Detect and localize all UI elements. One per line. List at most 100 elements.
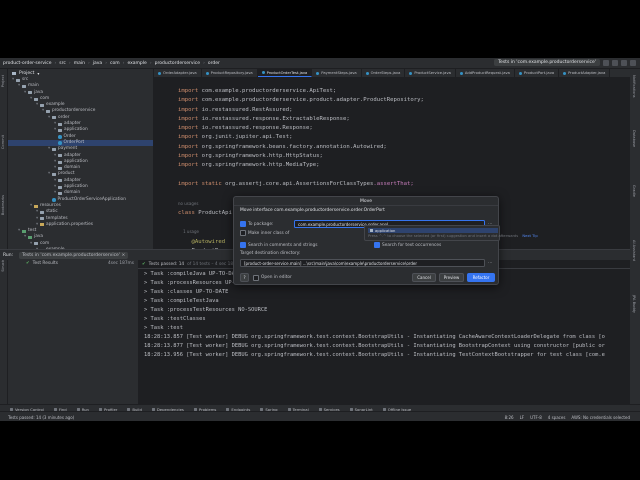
editor-tab[interactable]: OrderAdapter.java <box>154 69 202 77</box>
open-in-editor-label: Open in editor <box>261 275 292 280</box>
settings-icon[interactable] <box>630 59 636 66</box>
make-inner-radio[interactable] <box>240 230 246 236</box>
code-token: ForClassTypes <box>329 180 374 187</box>
right-tool-strip: Notifications Database Gradle AI Assistant J… <box>629 69 640 410</box>
breadcrumb-item[interactable]: product-order-service <box>0 61 54 66</box>
search-icon[interactable] <box>621 59 627 66</box>
folder-icon <box>58 191 62 195</box>
refactor-button[interactable]: Refactor <box>467 273 495 282</box>
preview-button[interactable]: Preview <box>439 273 464 282</box>
editor-gutter[interactable] <box>154 78 176 249</box>
target-dir-select[interactable]: [product-order-service.main] ...\src\mai… <box>240 259 485 267</box>
chevron-down-icon[interactable]: ▾ <box>37 71 39 76</box>
folder-icon <box>16 78 20 82</box>
next-tip-link[interactable]: Next Tip <box>522 234 537 238</box>
cancel-button[interactable]: Cancel <box>412 273 436 282</box>
project-panel-header[interactable]: Project ▾ <box>8 69 153 77</box>
code-token: com.example.productorderservice.product.… <box>201 97 424 104</box>
test-result-row[interactable]: ✔ Test Results 4sec 187ms <box>8 260 138 267</box>
tests-passed-label: Tests passed: 14 <box>148 261 185 267</box>
status-message[interactable]: Tests passed: 14 (3 minutes ago) <box>8 415 74 420</box>
editor-tab-label: AddProductRequest.java <box>464 71 510 75</box>
code-line[interactable]: import io.restassured.RestAssured; <box>178 106 424 115</box>
right-tool-4[interactable]: JPA Buddy <box>632 295 636 313</box>
editor-tab[interactable]: ProductAdapter.java <box>559 69 611 77</box>
run-config-selector[interactable]: Tests in 'com.example.productorderservic… <box>494 59 600 66</box>
code-line[interactable]: import static org.assertj.core.api.Asser… <box>178 180 424 189</box>
editor-tab[interactable]: PaymentSteps.java <box>312 69 362 77</box>
run-title: Run: <box>3 252 14 258</box>
to-package-radio[interactable] <box>240 221 246 227</box>
left-tool-0[interactable]: Project <box>1 75 5 87</box>
breadcrumb-item[interactable]: productorderservice <box>152 61 203 66</box>
breadcrumb-item[interactable]: java <box>90 61 105 66</box>
console-line[interactable]: > Task :compileTestJava <box>144 297 605 306</box>
editor-tab[interactable]: ProductRepository.java <box>202 69 258 77</box>
editor-tab[interactable]: ProductPort.java <box>515 69 560 77</box>
editor-tab[interactable]: AddProductRequest.java <box>456 69 515 77</box>
more-icon[interactable]: ⋯ <box>488 261 492 266</box>
status-widget[interactable]: UTF-8 <box>530 415 542 420</box>
code-line[interactable] <box>178 171 424 180</box>
code-line[interactable]: import org.springframework.http.HttpStat… <box>178 152 424 161</box>
code-line[interactable]: import org.junit.jupiter.api.Test; <box>178 133 424 142</box>
run-icon[interactable] <box>603 59 609 66</box>
breadcrumb-item[interactable]: main <box>71 61 88 66</box>
status-widget[interactable]: LF <box>520 415 525 420</box>
java-class-icon <box>261 71 265 74</box>
folder-icon <box>40 103 44 107</box>
console-line[interactable]: > Task :test <box>144 324 605 333</box>
breadcrumb-item[interactable]: src <box>56 61 69 66</box>
breadcrumb-item[interactable]: order <box>205 61 223 66</box>
console-line[interactable]: 18:28:13.857 [Test worker] DEBUG org.spr… <box>144 333 605 342</box>
right-tool-0[interactable]: Notifications <box>632 75 636 98</box>
folder-icon <box>28 91 32 95</box>
editor-tab[interactable]: ProductOrderTest.java <box>257 69 313 77</box>
debug-icon[interactable] <box>612 59 618 66</box>
left-tool-1[interactable]: Commit <box>1 135 5 149</box>
search-text-checkbox[interactable] <box>374 242 380 248</box>
console-line[interactable]: 18:28:13.956 [Test worker] DEBUG org.spr… <box>144 351 605 360</box>
folder-icon <box>22 84 26 88</box>
search-comments-row: Search in comments and strings <box>240 242 317 248</box>
folder-icon <box>46 110 50 114</box>
run-tab[interactable]: Tests in 'com.example.productorderservic… <box>19 251 129 259</box>
code-line[interactable]: import org.springframework.http.MediaTyp… <box>178 161 424 170</box>
console-line[interactable]: 18:28:13.877 [Test worker] DEBUG org.spr… <box>144 342 605 351</box>
breadcrumb-item[interactable]: com <box>107 61 123 66</box>
code-line[interactable]: import com.example.productorderservice.A… <box>178 87 424 96</box>
right-tool-3[interactable]: AI Assistant <box>632 240 636 261</box>
project-panel-title: Project <box>19 70 35 76</box>
help-button[interactable]: ? <box>240 273 249 282</box>
folder-icon <box>58 160 62 164</box>
code-token: org.springframework.beans.factory.annota… <box>201 143 387 150</box>
status-widget[interactable]: AWS: No credentials selected <box>571 415 630 420</box>
make-inner-row: Make inner class of <box>240 230 289 236</box>
code-line[interactable]: import org.springframework.beans.factory… <box>178 143 424 152</box>
left-tool-2[interactable]: Bookmarks <box>1 195 5 215</box>
console-line[interactable]: > Task :classes UP-TO-DATE <box>144 288 605 297</box>
code-line[interactable]: import io.restassured.response.Extractab… <box>178 115 424 124</box>
java-class-icon <box>205 71 209 75</box>
completion-item[interactable]: application <box>368 228 498 233</box>
code-line[interactable]: import com.example.productorderservice.p… <box>178 96 424 105</box>
to-package-label: To package: <box>248 221 274 227</box>
right-tool-1[interactable]: Database <box>632 130 636 147</box>
console-line[interactable]: > Task :processTestResources NO-SOURCE <box>144 306 605 315</box>
console-line[interactable]: > Task :testClasses <box>144 315 605 324</box>
search-comments-checkbox[interactable] <box>240 242 246 248</box>
code-token: import <box>178 88 202 94</box>
code-line[interactable]: import io.restassured.response.Response; <box>178 124 424 133</box>
editor-tab[interactable]: OrderSteps.java <box>362 69 406 77</box>
breadcrumb-item[interactable]: example <box>124 61 149 66</box>
editor-tab[interactable]: ProductService.java <box>405 69 456 77</box>
right-tool-2[interactable]: Gradle <box>632 185 636 197</box>
status-widget[interactable]: 8:26 <box>505 415 514 420</box>
open-in-editor-checkbox[interactable] <box>253 274 259 281</box>
code-token: import static <box>178 180 226 187</box>
editor-tab-label: ProductPort.java <box>523 71 555 75</box>
status-widget[interactable]: 4 spaces <box>548 415 566 420</box>
close-icon[interactable]: × <box>122 253 126 258</box>
editor-tab-label: OrderSteps.java <box>370 71 401 75</box>
editor-tab-label: ProductService.java <box>414 71 451 75</box>
